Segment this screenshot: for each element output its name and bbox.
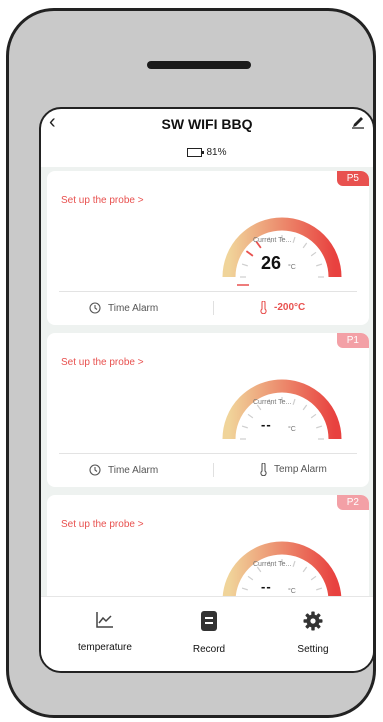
temperature-gauge xyxy=(222,217,342,286)
gauge-tick xyxy=(316,425,323,429)
footer-separator xyxy=(213,301,214,315)
probe-tag: P5 xyxy=(336,171,369,186)
card-footer: Time Alarm Temp Alarm xyxy=(47,453,369,487)
clock-icon xyxy=(89,302,101,314)
gauge-tick xyxy=(292,560,296,567)
gauge-tick xyxy=(302,566,308,573)
probe-list[interactable]: P5 Set up the probe > Current Te... 26 °… xyxy=(41,167,373,597)
current-temp-label: Current Te... xyxy=(253,399,292,406)
battery-status: 81% xyxy=(41,147,373,158)
current-temp-label: Current Te... xyxy=(253,237,292,244)
temp-alarm-button[interactable]: Temp Alarm xyxy=(259,463,327,476)
gauge-tick xyxy=(247,413,254,419)
nav-setting[interactable]: Setting xyxy=(263,611,363,655)
probe-tag: P1 xyxy=(336,333,369,348)
thermometer-icon xyxy=(260,301,267,314)
bottom-nav: temperature Record Setting xyxy=(41,596,373,671)
time-alarm-button[interactable]: Time Alarm xyxy=(89,464,158,476)
gauge-tick xyxy=(241,263,248,267)
temp-unit: °C xyxy=(288,264,296,271)
gauge-tick xyxy=(310,575,317,581)
temp-unit: °C xyxy=(288,588,296,595)
probe-card[interactable]: P1 Set up the probe > Current Te... -- °… xyxy=(47,333,369,487)
nav-setting-label: Setting xyxy=(297,644,329,655)
gauge-active-tick xyxy=(245,250,254,257)
nav-temperature-label: temperature xyxy=(78,642,132,653)
probe-tag: P2 xyxy=(336,495,369,510)
setup-probe-link[interactable]: Set up the probe > xyxy=(61,357,144,368)
setup-probe-link[interactable]: Set up the probe > xyxy=(61,195,144,206)
gauge-tick xyxy=(316,263,323,267)
gauge-tick xyxy=(310,251,317,257)
temp-alarm-label: Temp Alarm xyxy=(274,464,327,475)
time-alarm-label: Time Alarm xyxy=(108,464,159,476)
current-temp-value: -- xyxy=(261,417,272,432)
temp-unit: °C xyxy=(288,426,296,433)
battery-icon xyxy=(187,148,205,157)
gauge-tick xyxy=(292,398,296,405)
gear-icon xyxy=(303,611,323,631)
temp-alarm-button[interactable]: -200°C xyxy=(259,301,305,314)
edit-icon[interactable] xyxy=(351,115,365,129)
nav-temperature[interactable]: temperature xyxy=(55,611,155,653)
probe-card[interactable]: P2 Set up the probe > Current Te... -- °… xyxy=(47,495,369,597)
thermometer-icon xyxy=(260,463,267,476)
card-footer: Time Alarm -200°C xyxy=(47,291,369,325)
app-screen: ‹ SW WIFI BBQ 81% P5 Set up the probe > xyxy=(39,107,375,673)
record-icon xyxy=(201,611,217,631)
clock-icon xyxy=(89,464,101,476)
current-temp-label: Current Te... xyxy=(253,561,292,568)
gauge-tick xyxy=(310,413,317,419)
battery-percent: 81% xyxy=(206,147,227,158)
current-temp-value: -- xyxy=(261,579,272,594)
nav-record-label: Record xyxy=(192,644,226,655)
gauge-tick xyxy=(247,575,254,581)
line-chart-icon xyxy=(96,612,113,628)
app-header: ‹ SW WIFI BBQ xyxy=(41,109,373,139)
temperature-gauge xyxy=(222,379,342,440)
gauge-tick xyxy=(302,242,308,249)
time-alarm-label: Time Alarm xyxy=(108,302,159,314)
time-alarm-button[interactable]: Time Alarm xyxy=(89,302,158,314)
current-temp-value: 26 xyxy=(261,253,282,273)
gauge-tick xyxy=(302,404,308,411)
phone-frame: ‹ SW WIFI BBQ 81% P5 Set up the probe > xyxy=(6,8,376,718)
gauge-tick xyxy=(316,587,323,591)
nav-record[interactable]: Record xyxy=(159,611,259,655)
footer-separator xyxy=(213,463,214,477)
temp-alarm-label: -200°C xyxy=(274,302,306,313)
speaker-grille xyxy=(147,61,251,69)
probe-card[interactable]: P5 Set up the probe > Current Te... 26 °… xyxy=(47,171,369,325)
gauge-tick xyxy=(241,425,248,429)
page-title: SW WIFI BBQ xyxy=(161,116,253,132)
gauge-tick xyxy=(292,236,296,243)
setup-probe-link[interactable]: Set up the probe > xyxy=(61,519,144,530)
gauge-tick xyxy=(241,587,248,591)
